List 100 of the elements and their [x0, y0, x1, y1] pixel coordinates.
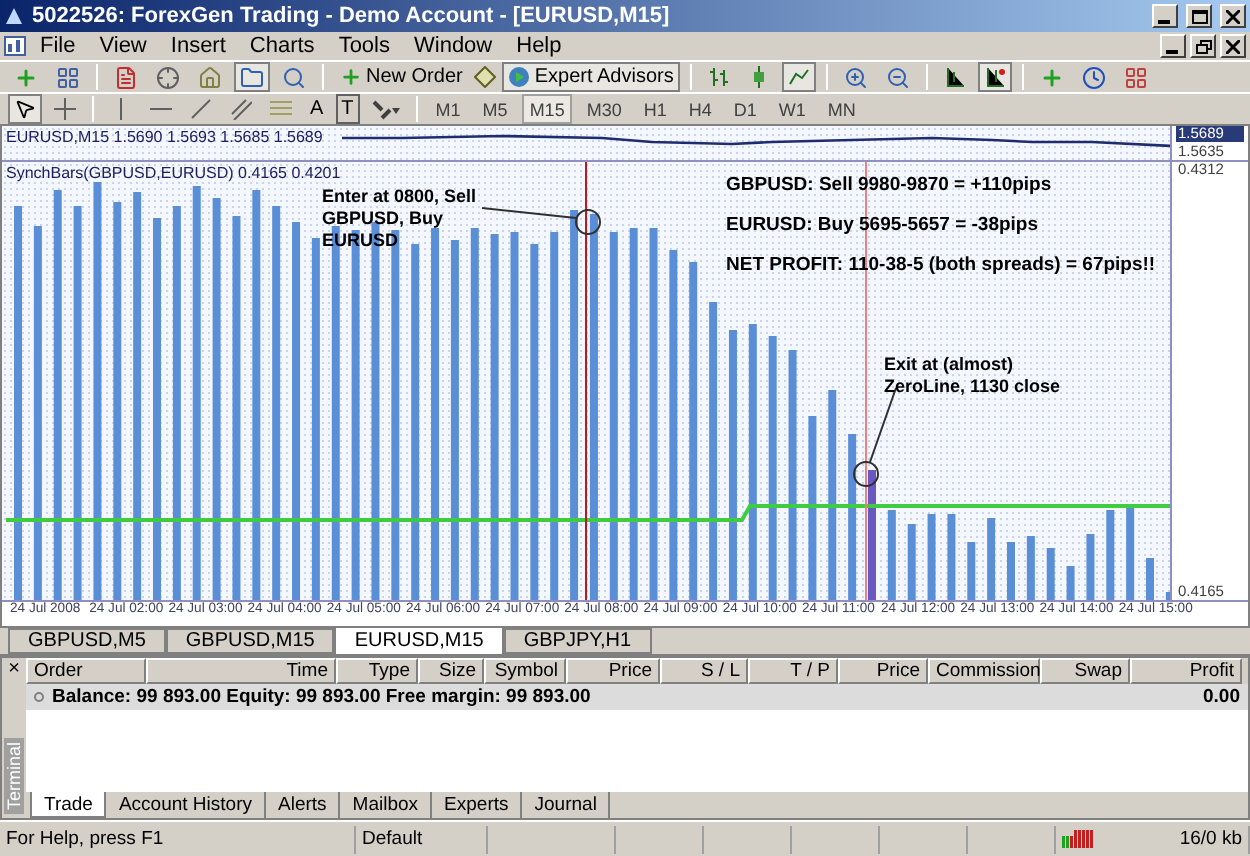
- menu-item[interactable]: Insert: [160, 34, 236, 58]
- terminal-button[interactable]: [234, 62, 270, 92]
- connection-icon: [1062, 830, 1094, 848]
- histogram-bar: [1126, 505, 1135, 600]
- annotation-text: GBPUSD, Buy: [322, 207, 446, 230]
- crosshair-button[interactable]: [48, 94, 82, 124]
- histogram-bar: [927, 513, 936, 600]
- balance-summary: Balance: 99 893.00 Equity: 99 893.00 Free margin: 99 893.00: [52, 686, 593, 708]
- histogram-bar: [1007, 541, 1015, 600]
- histogram-bar: [1106, 509, 1115, 600]
- column-header[interactable]: Order: [26, 658, 146, 684]
- traffic-text: 16/0 kb: [1179, 828, 1242, 850]
- menu-item[interactable]: Help: [506, 34, 572, 58]
- timeframe-button[interactable]: M1: [427, 94, 469, 124]
- close-button[interactable]: ×: [8, 658, 20, 680]
- crosshair-icon: [156, 65, 180, 89]
- menu-item[interactable]: Charts: [239, 34, 325, 58]
- close-icon: [1226, 39, 1240, 53]
- timeframe-button[interactable]: M15: [521, 94, 573, 124]
- zoom-out-icon: [885, 65, 910, 89]
- terminal-tab[interactable]: Mailbox: [340, 792, 433, 818]
- chart-window-icon: [4, 36, 26, 56]
- terminal-tab[interactable]: Alerts: [266, 792, 341, 818]
- terminal-tab[interactable]: Experts: [432, 792, 523, 818]
- autoscroll-icon: [983, 66, 1006, 88]
- text-tool-button[interactable]: A: [304, 94, 330, 124]
- histogram-bar: [1086, 533, 1095, 600]
- grid-icon: [1123, 65, 1148, 89]
- plus-icon: [1039, 65, 1064, 89]
- leader-line: [481, 206, 577, 219]
- status-help-text: For Help, press F1: [6, 828, 164, 850]
- close-button[interactable]: [1220, 34, 1246, 58]
- column-header[interactable]: Price: [566, 658, 660, 684]
- minimize-button[interactable]: [1152, 4, 1178, 28]
- menu-item[interactable]: File: [30, 34, 86, 58]
- expert-advisors-button[interactable]: Expert Advisors: [502, 62, 680, 92]
- column-header[interactable]: Commission: [928, 658, 1040, 684]
- restore-icon: [1195, 39, 1211, 53]
- column-header[interactable]: Swap: [1040, 658, 1130, 684]
- channel-icon: [230, 98, 252, 120]
- terminal-tab[interactable]: Account History: [106, 792, 266, 818]
- terminal-tab[interactable]: Journal: [522, 792, 611, 818]
- plus-icon: [340, 66, 362, 88]
- autoscroll-button[interactable]: [977, 62, 1012, 92]
- annotation-text: Enter at 0800, Sell: [322, 185, 477, 208]
- line-chart-icon: [787, 66, 810, 88]
- line-chart-button[interactable]: [781, 62, 816, 92]
- annotation-text: GBPUSD: Sell 9980-9870 = +110pips: [726, 173, 1054, 196]
- annotation-text: NET PROFIT: 110-38-5 (both spreads) = 67pips!!: [726, 253, 1156, 276]
- zoom-in-icon: [843, 65, 868, 89]
- chart-tab[interactable]: GBPUSD,M15: [165, 628, 335, 654]
- chart-tab[interactable]: GBPJPY,H1: [503, 628, 652, 654]
- diamond-icon: [474, 66, 497, 88]
- annotation-text: EURUSD: [322, 229, 401, 252]
- timeframe-button[interactable]: M30: [578, 94, 630, 124]
- app-icon: [4, 6, 24, 26]
- histogram-bar: [987, 517, 996, 600]
- document-icon: [114, 65, 138, 89]
- window-title: 5022526: ForexGen Trading - Demo Account - [EURUSD,M15]: [32, 4, 672, 28]
- timeframe-button[interactable]: H1: [635, 94, 675, 124]
- text-label-button[interactable]: T: [335, 94, 360, 124]
- menu-item[interactable]: View: [89, 34, 157, 58]
- menu-item[interactable]: Window: [404, 34, 503, 58]
- histogram-bar: [1026, 535, 1035, 600]
- column-header[interactable]: Symbol: [484, 658, 566, 684]
- entry-circle: [575, 208, 601, 235]
- column-header[interactable]: Type: [336, 658, 418, 684]
- column-header[interactable]: Price: [838, 658, 928, 684]
- bar-chart-icon: [707, 66, 730, 88]
- timeframe-button[interactable]: MN: [819, 94, 864, 124]
- histogram-bar: [967, 541, 976, 600]
- histogram-bar: [868, 469, 876, 600]
- price-panel-label: EURUSD,M15 1.5690 1.5693 1.5685 1.5689: [6, 128, 323, 146]
- close-button[interactable]: [1220, 4, 1246, 28]
- column-header[interactable]: Profit: [1130, 658, 1242, 684]
- minimize-button[interactable]: [1160, 34, 1186, 58]
- chart-tab[interactable]: EURUSD,M15: [334, 628, 504, 656]
- column-header[interactable]: Time: [146, 658, 336, 684]
- chart-shift-icon: [943, 66, 966, 88]
- terminal-title: Terminal: [4, 737, 24, 814]
- restore-button[interactable]: [1190, 34, 1216, 58]
- grid-icon: [56, 65, 80, 89]
- column-header[interactable]: S / L: [660, 658, 748, 684]
- histogram-bar: [907, 523, 916, 600]
- column-header[interactable]: Size: [418, 658, 484, 684]
- search-icon: [282, 65, 306, 89]
- fibonacci-icon: [270, 98, 292, 120]
- timeframe-button[interactable]: M5: [474, 94, 516, 124]
- chart-tab[interactable]: GBPUSD,M5: [8, 628, 166, 654]
- maximize-button[interactable]: [1186, 4, 1212, 28]
- timeframe-button[interactable]: H4: [680, 94, 720, 124]
- histogram-bar: [1146, 557, 1154, 600]
- menu-item[interactable]: Tools: [328, 34, 400, 58]
- column-header[interactable]: T / P: [748, 658, 838, 684]
- cursor-button[interactable]: [8, 94, 42, 124]
- timeframe-button[interactable]: W1: [770, 94, 814, 124]
- new-order-button[interactable]: New Order: [334, 62, 469, 92]
- timeframe-button[interactable]: D1: [725, 94, 765, 124]
- terminal-tab[interactable]: Trade: [30, 792, 107, 818]
- plus-icon: [14, 65, 38, 89]
